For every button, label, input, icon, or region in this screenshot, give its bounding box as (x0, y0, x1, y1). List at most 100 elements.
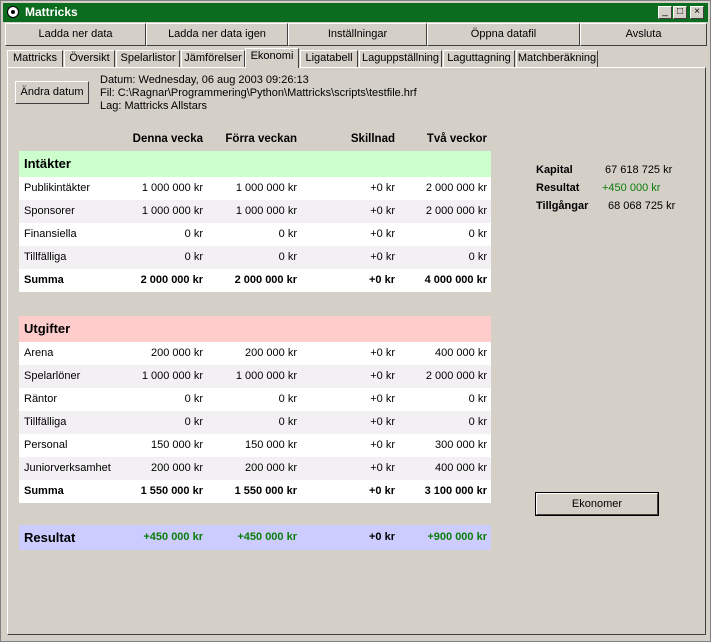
row-label: Personal (24, 439, 68, 451)
value-two-weeks: 400 000 kr (435, 462, 487, 474)
value-difference: +0 kr (369, 531, 395, 543)
open-datafile-button[interactable]: Öppna datafil (427, 23, 580, 46)
sum-row: Summa 1 550 000 kr 1 550 000 kr +0 kr 3 … (19, 480, 491, 503)
income-header: Intäkter (19, 151, 491, 177)
value-this-week: 2 000 000 kr (140, 274, 203, 286)
value-this-week: 200 000 kr (151, 462, 203, 474)
value-difference: +0 kr (370, 228, 395, 240)
value-last-week: 200 000 kr (245, 347, 297, 359)
row-label: Räntor (24, 393, 58, 405)
value-two-weeks: 3 100 000 kr (424, 485, 487, 497)
info-file: Fil: C:\Ragnar\Programmering\Python\Matt… (100, 87, 417, 99)
summary-label: Tillgångar (536, 200, 589, 212)
value-difference: +0 kr (369, 274, 395, 286)
row-label: Juniorverksamhet (24, 462, 111, 474)
summary-value: 68 068 725 kr (608, 200, 676, 212)
tab-laguttagning[interactable]: Laguttagning (443, 50, 515, 67)
column-header-last-week: Förra veckan (225, 133, 297, 145)
value-difference: +0 kr (370, 182, 395, 194)
table-row: Tillfälliga 0 kr 0 kr +0 kr 0 kr (19, 411, 491, 434)
table-row: Personal 150 000 kr 150 000 kr +0 kr 300… (19, 434, 491, 457)
economist-button[interactable]: Ekonomer (535, 492, 659, 516)
tab-ligatabell[interactable]: Ligatabell (300, 50, 358, 67)
value-two-weeks: 300 000 kr (435, 439, 487, 451)
row-label: Sponsorer (24, 205, 75, 217)
download-data-button[interactable]: Ladda ner data (5, 23, 146, 46)
value-this-week: 1 550 000 kr (140, 485, 203, 497)
exit-button[interactable]: Avsluta (580, 23, 707, 46)
value-last-week: 1 000 000 kr (235, 182, 297, 194)
window-title: Mattricks (25, 5, 78, 19)
soccer-ball-icon (7, 6, 19, 18)
tab-oversikt[interactable]: Översikt (64, 50, 115, 67)
info-team: Lag: Mattricks Allstars (100, 100, 207, 112)
expenses-section: Utgifter Arena 200 000 kr 200 000 kr +0 … (19, 316, 491, 503)
download-data-again-button[interactable]: Ladda ner data igen (146, 23, 288, 46)
row-label: Summa (24, 274, 64, 286)
tab-mattricks[interactable]: Mattricks (7, 50, 63, 67)
value-difference: +0 kr (370, 205, 395, 217)
value-two-weeks: 0 kr (468, 416, 487, 428)
row-label: Tillfälliga (24, 416, 67, 428)
result-row: Resultat +450 000 kr +450 000 kr +0 kr +… (19, 525, 491, 550)
row-label: Resultat (24, 530, 76, 545)
row-label: Finansiella (24, 228, 77, 240)
tab-spelarlistor[interactable]: Spelarlistor (116, 50, 180, 67)
maximize-button[interactable]: □ (673, 6, 687, 19)
change-date-button[interactable]: Ändra datum (15, 81, 89, 104)
value-this-week: 150 000 kr (151, 439, 203, 451)
value-last-week: +450 000 kr (237, 531, 297, 543)
summary-label: Resultat (536, 182, 580, 194)
row-label: Spelarlöner (24, 370, 81, 382)
row-label: Arena (24, 347, 54, 359)
value-two-weeks: +900 000 kr (427, 531, 487, 543)
summary-value: 67 618 725 kr (605, 164, 673, 176)
main-window: Mattricks _ □ × Ladda ner data Ladda ner… (0, 0, 711, 642)
table-row: Finansiella 0 kr 0 kr +0 kr 0 kr (19, 223, 491, 246)
table-row: Arena 200 000 kr 200 000 kr +0 kr 400 00… (19, 342, 491, 365)
value-difference: +0 kr (370, 347, 395, 359)
value-last-week: 0 kr (278, 228, 297, 240)
table-row: Juniorverksamhet 200 000 kr 200 000 kr +… (19, 457, 491, 480)
value-difference: +0 kr (370, 370, 395, 382)
value-this-week: 1 000 000 kr (141, 370, 203, 382)
value-two-weeks: 2 000 000 kr (425, 205, 487, 217)
value-last-week: 0 kr (278, 251, 297, 263)
tab-laguppstallning[interactable]: Laguppställning (359, 50, 442, 67)
value-two-weeks: 0 kr (468, 393, 487, 405)
summary-label: Kapital (536, 164, 573, 176)
toolbar: Ladda ner data Ladda ner data igen Instä… (5, 23, 707, 47)
value-this-week: 200 000 kr (151, 347, 203, 359)
value-this-week: 1 000 000 kr (141, 205, 203, 217)
summary-value: +450 000 kr (602, 182, 661, 194)
value-two-weeks: 4 000 000 kr (424, 274, 487, 286)
tab-jamforelser[interactable]: Jämförelser (181, 50, 245, 67)
value-two-weeks: 0 kr (468, 228, 487, 240)
info-date: Datum: Wednesday, 06 aug 2003 09:26:13 (100, 74, 309, 86)
value-last-week: 150 000 kr (245, 439, 297, 451)
row-label: Publikintäkter (24, 182, 91, 194)
tab-matchberakning[interactable]: Matchberäkning (516, 50, 598, 67)
value-last-week: 1 000 000 kr (235, 205, 297, 217)
result-section: Resultat +450 000 kr +450 000 kr +0 kr +… (19, 525, 491, 550)
title-bar[interactable]: Mattricks _ □ × (3, 3, 708, 22)
table-row: Sponsorer 1 000 000 kr 1 000 000 kr +0 k… (19, 200, 491, 223)
value-last-week: 0 kr (278, 416, 297, 428)
table-row: Tillfälliga 0 kr 0 kr +0 kr 0 kr (19, 246, 491, 269)
tab-ekonomi[interactable]: Ekonomi (245, 48, 299, 68)
minimize-button[interactable]: _ (658, 6, 672, 19)
settings-button[interactable]: Inställningar (288, 23, 427, 46)
column-header-two-weeks: Två veckor (426, 133, 487, 145)
column-header-difference: Skillnad (350, 133, 395, 145)
value-last-week: 2 000 000 kr (234, 274, 297, 286)
close-button[interactable]: × (690, 6, 704, 19)
value-difference: +0 kr (370, 439, 395, 451)
value-this-week: 0 kr (184, 228, 203, 240)
table-row: Räntor 0 kr 0 kr +0 kr 0 kr (19, 388, 491, 411)
value-this-week: 0 kr (184, 416, 203, 428)
value-two-weeks: 0 kr (468, 251, 487, 263)
row-label: Summa (24, 485, 64, 497)
tab-bar: Mattricks Översikt Spelarlistor Jämförel… (7, 48, 707, 68)
sum-row: Summa 2 000 000 kr 2 000 000 kr +0 kr 4 … (19, 269, 491, 292)
value-this-week: 1 000 000 kr (141, 182, 203, 194)
